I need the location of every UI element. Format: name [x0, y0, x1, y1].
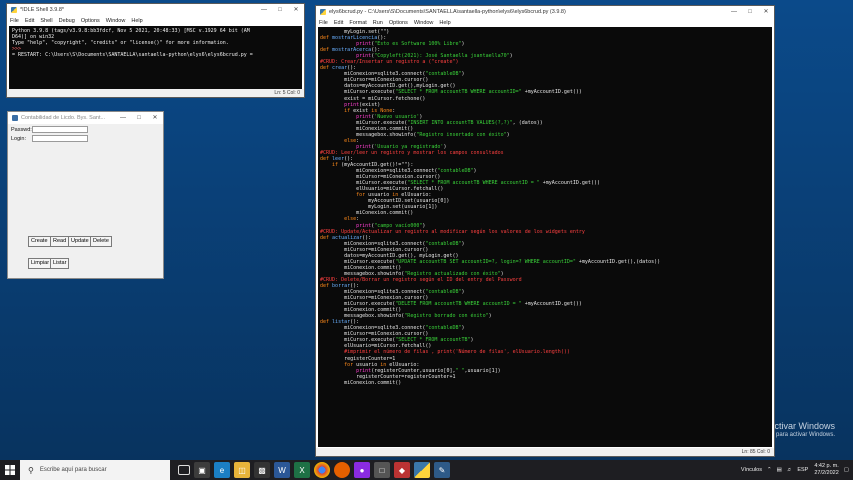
password-field[interactable] — [32, 126, 88, 133]
shell-titlebar[interactable]: *IDLE Shell 3.9.8* — □ ✕ — [7, 4, 304, 16]
minimize-icon[interactable]: — — [115, 112, 131, 124]
editor-menubar: File Edit Format Run Options Window Help — [316, 18, 774, 27]
shell-status: Ln: 5 Col: 0 — [7, 89, 304, 97]
word-icon[interactable]: W — [274, 462, 290, 478]
search-icon: ⚲ — [28, 465, 34, 475]
password-label: Passwd: — [11, 127, 32, 133]
editor-title: elys6bcrud.py - C:\Users\S\Documents\SAN… — [329, 9, 566, 15]
idle-shell-window[interactable]: *IDLE Shell 3.9.8* — □ ✕ File Edit Shell De… — [6, 3, 305, 98]
maximize-icon[interactable]: □ — [742, 6, 758, 18]
editor-menu-file[interactable]: File — [319, 20, 328, 26]
start-button[interactable] — [0, 460, 20, 480]
shell-menu-edit[interactable]: Edit — [25, 18, 34, 24]
tk-app-window[interactable]: Contabilidad de Licdo. Bys. Sant... — □ … — [7, 111, 164, 279]
file-explorer-icon[interactable]: ◫ — [234, 462, 250, 478]
editor-status: Ln: 85 Col: 0 — [316, 448, 774, 456]
editor-menu-format[interactable]: Format — [349, 20, 366, 26]
editor-window[interactable]: elys6bcrud.py - C:\Users\S\Documents\SAN… — [315, 5, 775, 457]
clock[interactable]: 4:42 p. m. 27/2/2022 — [814, 463, 838, 477]
windows-logo-icon — [5, 465, 15, 475]
tk-titlebar[interactable]: Contabilidad de Licdo. Bys. Sant... — □ … — [8, 112, 163, 124]
shell-line: = RESTART: C:\Users\S\Documents\SANTAELL… — [12, 52, 253, 58]
shell-menu-file[interactable]: File — [10, 18, 19, 24]
firefox-icon[interactable] — [334, 462, 350, 478]
excel-icon[interactable]: X — [294, 462, 310, 478]
clock-date: 27/2/2022 — [814, 470, 839, 476]
login-field[interactable] — [32, 135, 88, 142]
shell-title: *IDLE Shell 3.9.8* — [20, 7, 65, 13]
idle-taskbar-icon[interactable]: ✎ — [434, 462, 450, 478]
python-icon — [320, 9, 326, 15]
language-indicator[interactable]: ESP — [797, 467, 808, 473]
system-tray: Vínculos ⌃ ▤ ♬ ESP 4:42 p. m. 27/2/2022 … — [736, 460, 849, 480]
notification-icon[interactable]: ▢ — [844, 467, 849, 473]
search-placeholder: Escribe aquí para buscar — [39, 467, 107, 473]
minimize-icon[interactable]: — — [256, 4, 272, 16]
editor-menu-help[interactable]: Help — [439, 20, 450, 26]
taskbar: ⚲ Escribe aquí para buscar ▣ e ◫ ▩ W X ●… — [0, 460, 853, 480]
close-icon[interactable]: ✕ — [758, 6, 774, 18]
update-button[interactable]: Update — [68, 236, 92, 247]
tk-title: Contabilidad de Licdo. Bys. Sant... — [21, 115, 106, 121]
delete-button[interactable]: Delete — [90, 236, 112, 247]
shell-menu-shell[interactable]: Shell — [40, 18, 52, 24]
app-icon-4[interactable]: □ — [374, 462, 390, 478]
editor-menu-edit[interactable]: Edit — [334, 20, 343, 26]
close-icon[interactable]: ✕ — [288, 4, 304, 16]
task-view-icon[interactable] — [178, 465, 190, 475]
app-icon-3[interactable]: ● — [354, 462, 370, 478]
activation-watermark-title: Activar Windows — [768, 421, 835, 431]
pinned-apps: ▣ e ◫ ▩ W X ● □ ◆ ✎ — [176, 462, 452, 478]
editor-menu-window[interactable]: Window — [414, 20, 434, 26]
shell-console[interactable]: Python 3.9.8 (tags/v3.9.8:bb3fdcf, Nov 5… — [9, 26, 302, 89]
tk-body: Passwd: Login: Create Read Update Delete… — [8, 124, 163, 278]
taskbar-search[interactable]: ⚲ Escribe aquí para buscar — [20, 460, 170, 480]
read-button[interactable]: Read — [50, 236, 70, 247]
code-line: miConexion.commit() — [320, 379, 402, 386]
login-label: Login: — [11, 136, 26, 142]
code-area[interactable]: myLogin.set("") def mostrarLicencia(): pr… — [318, 27, 772, 447]
minimize-icon[interactable]: — — [726, 6, 742, 18]
python-taskbar-icon[interactable] — [414, 462, 430, 478]
chrome-icon[interactable] — [314, 462, 330, 478]
maximize-icon[interactable]: □ — [272, 4, 288, 16]
shell-menubar: File Edit Shell Debug Options Window Help — [7, 16, 304, 25]
editor-menu-options[interactable]: Options — [389, 20, 408, 26]
shell-menu-window[interactable]: Window — [106, 18, 126, 24]
shell-menu-debug[interactable]: Debug — [59, 18, 75, 24]
close-icon[interactable]: ✕ — [147, 112, 163, 124]
app-icon-1[interactable]: ▣ — [194, 462, 210, 478]
chevron-up-icon[interactable]: ⌃ — [767, 467, 772, 473]
shell-menu-options[interactable]: Options — [81, 18, 100, 24]
editor-titlebar[interactable]: elys6bcrud.py - C:\Users\S\Documents\SAN… — [316, 6, 774, 18]
python-icon — [11, 7, 17, 13]
edge-icon[interactable]: e — [214, 462, 230, 478]
create-button[interactable]: Create — [28, 236, 51, 247]
volume-icon[interactable]: ♬ — [787, 467, 793, 473]
network-icon[interactable]: ▤ — [777, 467, 782, 473]
clear-button[interactable]: Limpiar — [28, 258, 53, 269]
maximize-icon[interactable]: □ — [131, 112, 147, 124]
list-button[interactable]: Listar — [50, 258, 70, 269]
editor-menu-run[interactable]: Run — [373, 20, 383, 26]
feather-icon — [12, 115, 18, 121]
shell-menu-help[interactable]: Help — [131, 18, 142, 24]
app-icon-2[interactable]: ▩ — [254, 462, 270, 478]
clock-time: 4:42 p. m. — [814, 463, 839, 469]
app-icon-5[interactable]: ◆ — [394, 462, 410, 478]
links-toolbar[interactable]: Vínculos — [741, 467, 762, 473]
